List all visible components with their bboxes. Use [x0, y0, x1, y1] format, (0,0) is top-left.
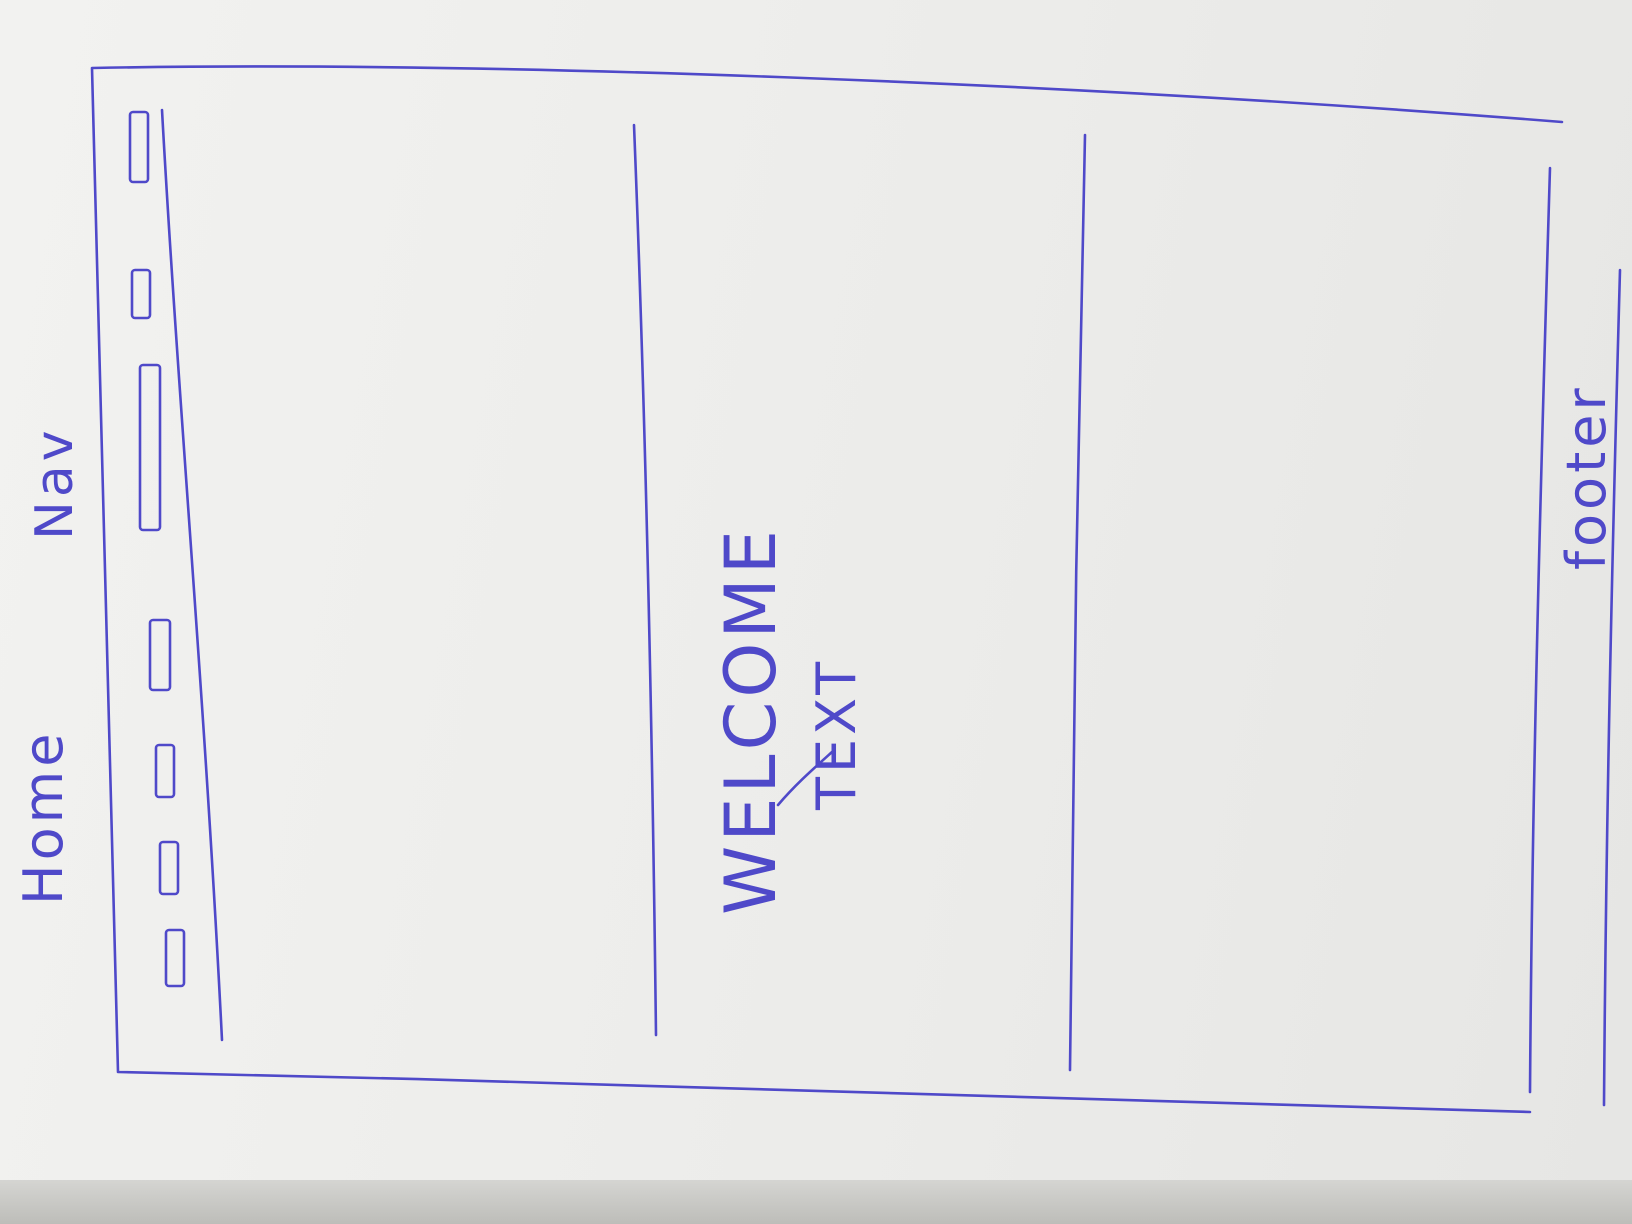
- content-section-divider: [1068, 133, 1087, 1072]
- header-band-divider: [160, 108, 224, 1042]
- footer-label: footer: [1555, 384, 1618, 570]
- nav-placeholder: [158, 840, 180, 896]
- hero-section-divider: [632, 123, 658, 1037]
- nav-label: Nav: [25, 426, 85, 540]
- home-label: Home: [12, 730, 75, 905]
- nav-placeholder: [154, 743, 176, 799]
- nav-placeholders: [128, 110, 186, 988]
- wireframe-sketch: Home Nav WELCOME TEXT footer: [12, 65, 1622, 1114]
- welcome-label: WELCOME: [710, 526, 792, 915]
- nav-placeholder: [130, 268, 152, 320]
- nav-placeholder: [128, 110, 150, 184]
- page-frame: [90, 65, 1564, 1114]
- nav-placeholder: [138, 363, 162, 532]
- nav-placeholder: [164, 928, 186, 988]
- footer-section-divider: [1528, 166, 1552, 1094]
- text-label: TEXT: [805, 658, 868, 811]
- nav-placeholder: [148, 618, 172, 692]
